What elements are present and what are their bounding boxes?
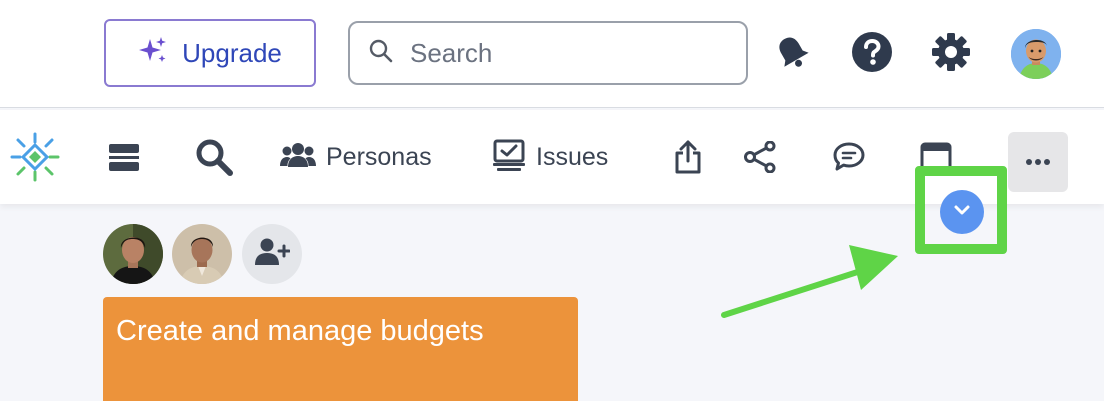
issues-label: Issues: [536, 142, 609, 171]
question-circle-icon[interactable]: [850, 30, 894, 74]
share-icon[interactable]: [674, 110, 702, 204]
card-title: Create and manage budgets: [116, 315, 484, 347]
ellipsis-icon[interactable]: [1008, 132, 1068, 192]
comment-icon[interactable]: [832, 110, 866, 204]
user-avatar[interactable]: [1011, 29, 1061, 79]
bell-icon[interactable]: [770, 30, 814, 74]
magnifier-icon[interactable]: [194, 110, 234, 204]
personas-tab[interactable]: Personas: [280, 110, 432, 204]
user-plus-icon: [254, 237, 291, 272]
users-icon: [280, 141, 316, 174]
add-collaborator-button[interactable]: [242, 224, 302, 284]
collaborator-avatar[interactable]: [103, 224, 163, 284]
issues-tab[interactable]: Issues: [492, 110, 608, 204]
story-card[interactable]: Create and manage budgets: [103, 297, 578, 401]
expand-toolbar-button[interactable]: [940, 190, 984, 234]
personas-label: Personas: [326, 142, 432, 171]
menu-icon[interactable]: [108, 110, 140, 204]
collaborator-avatar[interactable]: [172, 224, 232, 284]
search-icon: [368, 38, 394, 69]
upgrade-button[interactable]: Upgrade: [104, 19, 316, 87]
share-nodes-icon[interactable]: [744, 110, 776, 204]
top-header: Upgrade: [0, 0, 1104, 108]
sparkles-icon: [138, 36, 168, 71]
search-field[interactable]: [348, 21, 748, 85]
gear-icon[interactable]: [929, 30, 973, 74]
app-logo-icon[interactable]: [10, 110, 60, 204]
search-input[interactable]: [410, 37, 710, 69]
issues-icon: [492, 138, 526, 177]
chevron-down-icon: [953, 203, 971, 221]
upgrade-label: Upgrade: [182, 37, 282, 68]
